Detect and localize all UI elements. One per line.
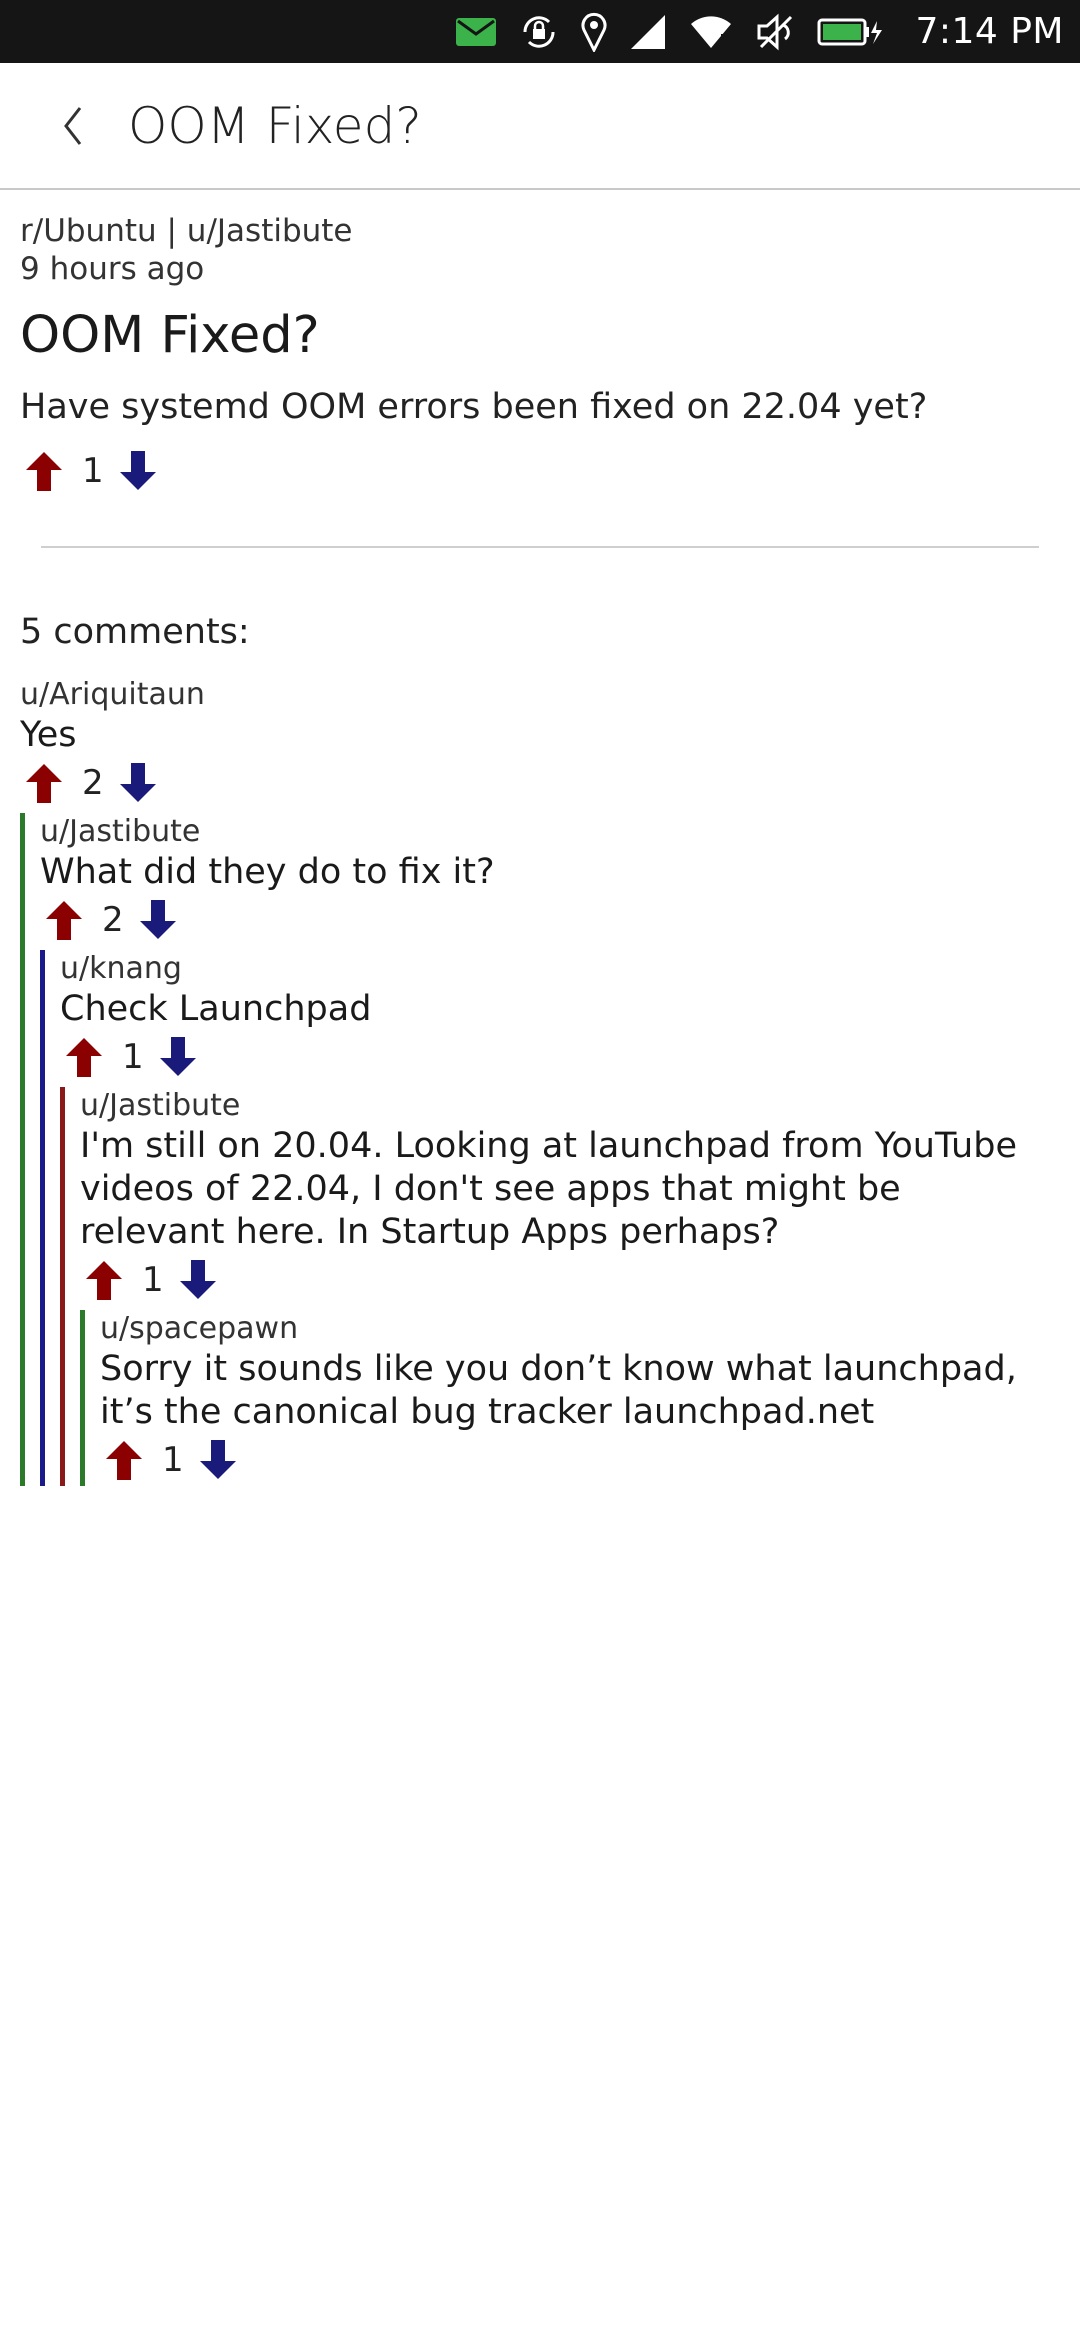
comment-vote-row: 2	[40, 894, 1060, 946]
downvote-button[interactable]	[174, 1256, 222, 1304]
comments-count: 5 comments:	[20, 612, 250, 652]
back-button[interactable]	[38, 91, 108, 161]
downvote-button[interactable]	[114, 759, 162, 807]
arrow-down-icon	[179, 1260, 216, 1299]
arrow-up-icon	[66, 1038, 102, 1077]
cellular-signal-icon	[629, 0, 667, 63]
page-header: OOM Fixed?	[0, 63, 1080, 190]
comment-author[interactable]: u/Jastibute	[80, 1087, 1060, 1125]
comment-score: 2	[102, 900, 124, 940]
comment-author[interactable]: u/Ariquitaun	[20, 676, 1060, 714]
location-icon	[581, 0, 607, 63]
post: r/Ubuntu | u/Jastibute 9 hours ago OOM F…	[20, 212, 1060, 497]
arrow-down-icon	[119, 451, 156, 490]
reply-thread-line: u/Jastibute What did they do to fix it? …	[20, 813, 1060, 1486]
upvote-button[interactable]	[20, 759, 68, 807]
arrow-down-icon	[159, 1037, 196, 1076]
arrow-down-icon	[119, 763, 156, 802]
post-subreddit-user[interactable]: r/Ubuntu | u/Jastibute	[20, 212, 1060, 250]
arrow-up-icon	[46, 901, 82, 940]
comment-body: I'm still on 20.04. Looking at launchpad…	[80, 1126, 1017, 1252]
arrow-down-icon	[139, 900, 176, 939]
downvote-button[interactable]	[194, 1436, 242, 1484]
arrow-up-icon	[86, 1261, 122, 1300]
comment-score: 1	[122, 1037, 144, 1077]
downvote-button[interactable]	[114, 447, 162, 495]
comment-score: 1	[142, 1260, 164, 1300]
page-title: OOM Fixed?	[128, 96, 422, 155]
reply-thread-line: u/Jastibute I'm still on 20.04. Looking …	[60, 1087, 1060, 1486]
post-vote-row: 1	[20, 445, 1060, 497]
post-title: OOM Fixed?	[20, 306, 320, 365]
comment-vote-row: 1	[100, 1434, 1060, 1486]
comment-score: 1	[162, 1440, 184, 1480]
upvote-button[interactable]	[80, 1256, 128, 1304]
downvote-button[interactable]	[134, 896, 182, 944]
comment-thread: u/Ariquitaun Yes 2 u/Jastibute What did …	[20, 676, 1060, 1486]
comment-vote-row: 1	[80, 1254, 1060, 1306]
post-age: 9 hours ago	[20, 251, 205, 287]
comment-author[interactable]: u/Jastibute	[40, 813, 1060, 851]
comment-body: Sorry it sounds like you don’t know what…	[100, 1349, 1017, 1432]
comment: u/Ariquitaun Yes 2 u/Jastibute What did …	[20, 676, 1060, 1486]
muted-icon	[755, 0, 795, 63]
comment-vote-row: 1	[60, 1031, 1060, 1083]
comment-body: Check Launchpad	[60, 989, 372, 1029]
message-icon	[455, 0, 497, 63]
comment-vote-row: 2	[20, 757, 1060, 809]
comment-body: What did they do to fix it?	[40, 852, 495, 892]
arrow-down-icon	[199, 1440, 236, 1479]
reply-thread-line: u/spacepawn Sorry it sounds like you don…	[80, 1310, 1060, 1486]
comment-author[interactable]: u/knang	[60, 950, 1060, 988]
upvote-button[interactable]	[40, 896, 88, 944]
clock: 7:14 PM	[915, 11, 1064, 52]
post-score: 1	[82, 451, 104, 491]
rotation-lock-icon	[519, 0, 559, 63]
chevron-left-icon	[64, 106, 82, 145]
arrow-up-icon	[26, 764, 62, 803]
comment-body: Yes	[20, 715, 77, 755]
upvote-button[interactable]	[60, 1033, 108, 1081]
reply-thread-line: u/knang Check Launchpad 1 u/Jastibute I'…	[40, 950, 1060, 1486]
arrow-up-icon	[106, 1441, 142, 1480]
upvote-button[interactable]	[20, 447, 68, 495]
comment-score: 2	[82, 763, 104, 803]
status-bar: 7:14 PM	[0, 0, 1080, 63]
upvote-button[interactable]	[100, 1436, 148, 1484]
arrow-up-icon	[26, 452, 62, 491]
post-body: Have systemd OOM errors been fixed on 22…	[20, 387, 928, 427]
downvote-button[interactable]	[154, 1033, 202, 1081]
battery-charging-icon	[817, 0, 883, 63]
comment-author[interactable]: u/spacepawn	[100, 1310, 1060, 1348]
divider	[41, 546, 1039, 548]
wifi-icon	[689, 0, 733, 63]
